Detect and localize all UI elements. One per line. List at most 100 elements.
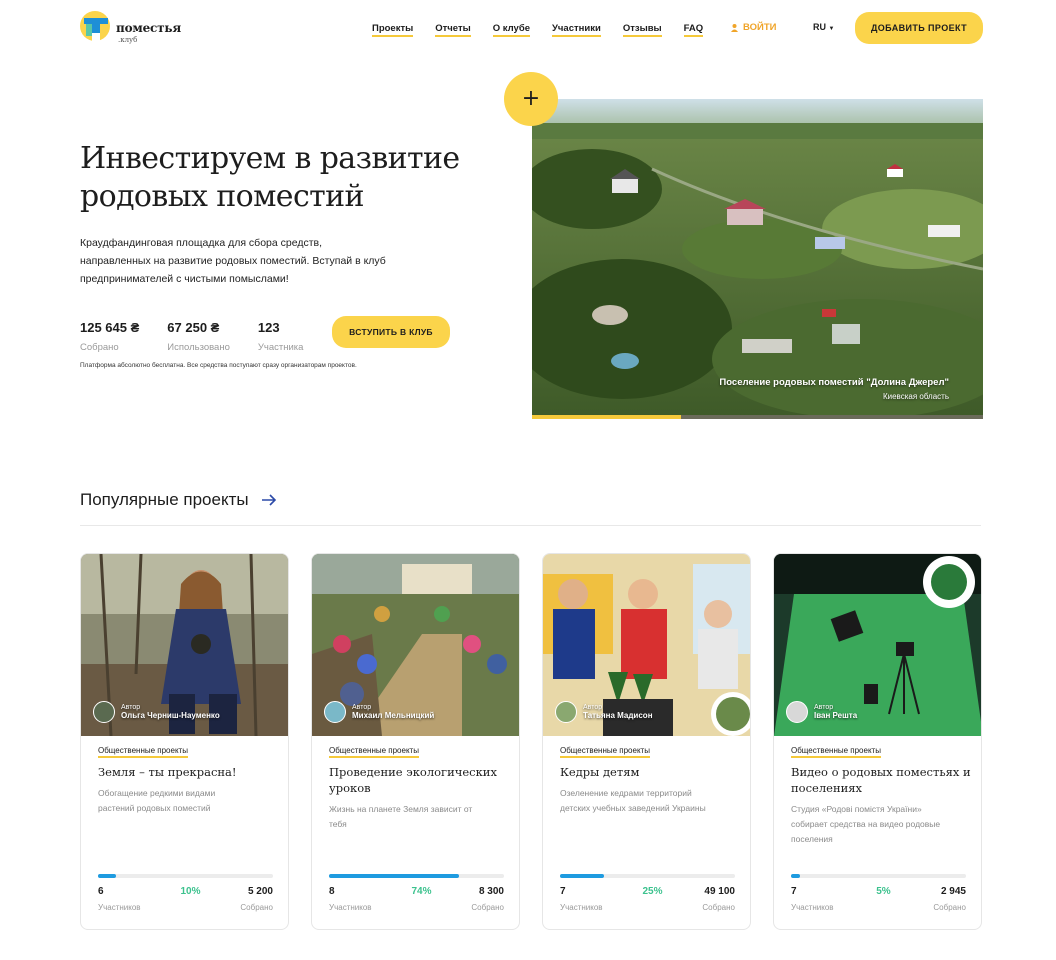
project-description: Студия «Родові помістя України» собирает… [791, 804, 941, 844]
project-stats: 8 Участников 74% 8 300 Собрано [329, 886, 504, 912]
slide-caption: Поселение родовых поместий "Долина Джере… [719, 377, 949, 401]
collected-amount: 2 945 [940, 886, 966, 897]
collected-label: Собрано [240, 903, 273, 912]
aerial-photo [532, 99, 983, 419]
join-club-button[interactable]: ВСТУПИТЬ В КЛУБ [332, 316, 450, 348]
participants-label: Участников [791, 903, 834, 912]
project-stats: 7 Участников 5% 2 945 Собрано [791, 886, 966, 912]
hero-slider-image[interactable]: Поселение родовых поместий "Долина Джере… [532, 99, 983, 419]
collected-amount: 5 200 [247, 886, 273, 897]
project-title[interactable]: Проведение экологических уроков [329, 764, 509, 796]
participants-label: Участников [560, 903, 603, 912]
stat-label: Собрано [80, 342, 119, 353]
main-nav: Проекты Отчеты О клубе Участники Отзывы … [372, 23, 725, 37]
nav-faq[interactable]: FAQ [683, 23, 704, 37]
stat-members: 123 Участника [258, 320, 304, 353]
funding-progress-bar [329, 874, 504, 878]
slider-progress [532, 415, 983, 419]
nav-about[interactable]: О клубе [492, 23, 530, 37]
participants-label: Участников [329, 903, 372, 912]
participants-count: 7 [791, 886, 797, 897]
collected-amount: 49 100 [704, 886, 735, 897]
slide-caption-region: Киевская область [882, 392, 949, 401]
funding-percent: 5% [876, 886, 891, 897]
project-author[interactable]: Автор Ольга Черниш-Науменко [93, 701, 220, 723]
funding-progress-bar [560, 874, 735, 878]
project-card[interactable]: Автор Михаил Мельницкий Общественные про… [311, 553, 520, 930]
nav-reviews[interactable]: Отзывы [622, 23, 662, 37]
funding-progress-fill [791, 874, 800, 878]
hero-title: Инвестируем в развитие родовых поместий [80, 141, 460, 214]
project-author[interactable]: Автор Михаил Мельницкий [324, 701, 434, 723]
caret-down-icon: ▼ [828, 26, 835, 32]
project-title[interactable]: Видео о родовых поместьях и поселениях [791, 764, 971, 796]
section-divider [80, 525, 981, 526]
project-card[interactable]: Автор Іван Решта Общественные проекты Ви… [773, 553, 982, 930]
logo-icon [80, 11, 110, 41]
stat-label: Использовано [167, 342, 230, 353]
avatar [324, 701, 346, 723]
project-title[interactable]: Кедры детям [560, 764, 740, 780]
stat-value: 67 250 ₴ [167, 320, 220, 335]
project-card[interactable]: Автор Татьяна Мадисон Общественные проек… [542, 553, 751, 930]
arrow-right-icon [261, 494, 276, 506]
project-description: Озеленение кедрами территорий детских уч… [560, 788, 706, 813]
funding-percent: 74% [411, 886, 432, 897]
stat-value: 125 645 ₴ [80, 320, 140, 335]
nav-reports[interactable]: Отчеты [435, 23, 471, 37]
author-label: Автор [121, 704, 141, 711]
project-stats: 6 Участников 10% 5 200 Собрано [98, 886, 273, 912]
avatar [93, 701, 115, 723]
participants-count: 8 [329, 886, 335, 897]
project-category[interactable]: Общественные проекты [329, 746, 419, 758]
language-label: RU [813, 22, 826, 32]
project-category[interactable]: Общественные проекты [791, 746, 881, 758]
stat-used: 67 250 ₴ Использовано [167, 320, 230, 353]
project-category[interactable]: Общественные проекты [98, 746, 188, 758]
project-description: Жизнь на планете Земля зависит от тебя [329, 804, 473, 829]
language-select[interactable]: RU ▼ [813, 22, 834, 32]
plus-button[interactable]: + [504, 72, 558, 126]
funding-progress-fill [98, 874, 116, 878]
slider-progress-fill [532, 415, 681, 419]
author-name: Ольга Черниш-Науменко [121, 711, 220, 720]
funding-percent: 25% [642, 886, 663, 897]
login-label: ВОЙТИ [743, 22, 777, 33]
avatar [786, 701, 808, 723]
logo-name: поместья [116, 21, 181, 35]
collected-label: Собрано [702, 903, 735, 912]
author-label: Автор [814, 704, 834, 711]
funding-progress-bar [791, 874, 966, 878]
nav-projects[interactable]: Проекты [372, 23, 414, 37]
login-link[interactable]: ВОЙТИ [731, 22, 776, 33]
author-name: Михаил Мельницкий [352, 711, 435, 720]
project-stats: 7 Участников 25% 49 100 Собрано [560, 886, 735, 912]
participants-count: 6 [98, 886, 104, 897]
participants-label: Участников [98, 903, 141, 912]
funding-progress-fill [560, 874, 604, 878]
project-title[interactable]: Земля – ты прекрасна! [98, 764, 278, 780]
project-category[interactable]: Общественные проекты [560, 746, 650, 758]
author-label: Автор [583, 704, 603, 711]
project-description: Обогащение редкими видами растений родов… [98, 788, 216, 813]
collected-label: Собрано [933, 903, 966, 912]
add-project-button[interactable]: ДОБАВИТЬ ПРОЕКТ [855, 12, 983, 44]
stat-label: Участника [257, 342, 304, 353]
nav-members[interactable]: Участники [551, 23, 601, 37]
project-author[interactable]: Автор Іван Решта [786, 701, 857, 723]
popular-projects-link[interactable]: Популярные проекты [80, 490, 277, 510]
funding-percent: 10% [180, 886, 201, 897]
avatar [555, 701, 577, 723]
participants-count: 7 [560, 886, 566, 897]
funding-progress-fill [329, 874, 459, 878]
project-author[interactable]: Автор Татьяна Мадисон [555, 701, 653, 723]
stat-value: 123 [257, 320, 280, 335]
project-card[interactable]: Автор Ольга Черниш-Науменко Общественные… [80, 553, 289, 930]
stat-collected: 125 645 ₴ Собрано [80, 320, 139, 353]
slide-caption-title: Поселение родовых поместий "Долина Джере… [719, 377, 949, 388]
logo[interactable]: поместья .клуб [80, 9, 181, 47]
collected-label: Собрано [471, 903, 504, 912]
user-icon [731, 23, 738, 32]
hero-description: Краудфандинговая площадка для сбора сред… [80, 237, 386, 285]
header: поместья .клуб Проекты Отчеты О клубе Уч… [0, 0, 1056, 58]
